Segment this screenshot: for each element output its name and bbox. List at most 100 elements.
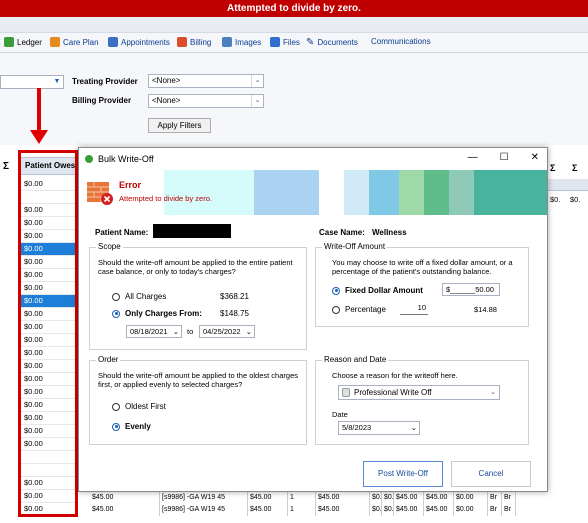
table-cell: $45.00 xyxy=(90,504,160,516)
evenly-radio[interactable] xyxy=(112,422,120,431)
table-row[interactable]: $45.00 [s9986] -GA W19 45 $45.00 1 $45.00 $0.… xyxy=(90,492,588,504)
tab-appointments[interactable]: Appointments xyxy=(108,37,170,47)
chevron-down-icon: ⌄ xyxy=(245,327,252,336)
table-cell: $45.00 xyxy=(248,504,288,516)
sum-icon-right-2[interactable]: Σ xyxy=(572,163,577,173)
bulk-write-off-dialog: Bulk Write-Off — ☐ ✕ Error Attempted to … xyxy=(78,147,548,492)
table-cell: $45.00 xyxy=(316,492,370,504)
billing-icon xyxy=(177,37,187,47)
billing-provider-label: Billing Provider xyxy=(72,96,132,105)
apply-filters-button[interactable]: Apply Filters xyxy=(148,118,211,133)
table-cell: $0. xyxy=(370,504,382,516)
cancel-button[interactable]: Cancel xyxy=(451,461,531,487)
only-charges-amount: $148.75 xyxy=(220,309,249,318)
annotation-arrow xyxy=(37,88,41,136)
all-charges-radio[interactable] xyxy=(112,292,120,301)
minimize-button[interactable]: — xyxy=(468,152,478,163)
table-cell: $45.00 xyxy=(424,492,454,504)
only-charges-option[interactable]: Only Charges From: xyxy=(112,309,202,318)
write-off-question: You may choose to write off a fixed doll… xyxy=(332,258,513,276)
chevron-down-icon: ⌄ xyxy=(251,95,263,107)
percentage-radio[interactable] xyxy=(332,305,340,314)
table-cell: $45.00 xyxy=(394,492,424,504)
annotation-highlight-box xyxy=(18,150,78,517)
error-banner: Attempted to divide by zero. xyxy=(0,0,588,17)
error-title: Error xyxy=(119,180,142,190)
from-date-picker[interactable]: 08/18/2021 ⌄ xyxy=(126,325,182,338)
annotation-arrow-head xyxy=(30,130,48,144)
close-button[interactable]: ✕ xyxy=(531,152,539,163)
right-grid: Σ Σ $0. $0. xyxy=(548,157,588,523)
billing-provider-select[interactable]: <None> ⌄ xyxy=(148,94,264,108)
chevron-down-icon: ▼ xyxy=(53,78,61,85)
order-panel: Order Should the write-off amount be app… xyxy=(89,355,307,445)
sum-icon[interactable]: Σ xyxy=(3,161,9,172)
tab-documents[interactable]: ✎ Documents xyxy=(306,37,358,48)
reason-prompt: Choose a reason for the writeoff here. xyxy=(332,371,458,380)
table-cell: $0. xyxy=(370,492,382,504)
percentage-amount: $14.88 xyxy=(474,305,497,314)
tab-ledger[interactable]: Ledger xyxy=(4,37,42,47)
reason-date-picker[interactable]: 5/8/2023 ⌄ xyxy=(338,421,420,435)
tab-images[interactable]: Images xyxy=(222,37,261,47)
table-cell: 1 xyxy=(288,492,316,504)
order-question: Should the write-off amount be applied t… xyxy=(98,371,298,389)
patient-name-label: Patient Name: xyxy=(95,228,149,237)
table-cell: $0. xyxy=(382,492,394,504)
tab-care-plan[interactable]: Care Plan xyxy=(50,37,99,47)
grid-cell: $0. xyxy=(550,195,561,204)
filter-panel: ▼ Treating Provider <None> ⌄ Billing Prov… xyxy=(0,53,588,145)
care-plan-icon xyxy=(50,37,60,47)
tab-communications[interactable]: Communications xyxy=(371,37,431,46)
files-icon xyxy=(270,37,280,47)
date-label: Date xyxy=(332,410,348,419)
tab-billing[interactable]: Billing xyxy=(177,37,211,47)
case-name-label: Case Name: xyxy=(319,228,365,237)
table-cell: $0. xyxy=(382,504,394,516)
table-cell: $45.00 xyxy=(424,504,454,516)
table-cell: [s9986] -GA W19 45 xyxy=(160,492,248,504)
oldest-first-radio[interactable] xyxy=(112,402,120,411)
document-icon xyxy=(342,388,350,397)
sum-icon-right-1[interactable]: Σ xyxy=(550,163,555,173)
error-message: Attempted to divide by zero. xyxy=(119,194,212,203)
documents-icon: ✎ xyxy=(306,37,315,48)
order-title: Order xyxy=(96,355,121,364)
scope-title: Scope xyxy=(96,242,123,251)
error-bricks-icon xyxy=(87,182,113,205)
table-cell: Br xyxy=(488,492,502,504)
percentage-option[interactable]: Percentage xyxy=(332,305,386,314)
dialog-titlebar: Bulk Write-Off — ☐ ✕ xyxy=(79,148,547,170)
patient-name-redacted xyxy=(153,224,231,238)
all-charges-option[interactable]: All Charges xyxy=(112,292,166,301)
reason-select[interactable]: Professional Write Off ⌄ xyxy=(338,385,500,400)
reason-date-panel: Reason and Date Choose a reason for the … xyxy=(315,355,529,445)
table-cell: $45.00 xyxy=(248,492,288,504)
percentage-input[interactable]: 10 xyxy=(400,302,428,315)
fixed-dollar-radio[interactable] xyxy=(332,286,340,295)
table-cell: Br xyxy=(502,504,516,516)
tab-files[interactable]: Files xyxy=(270,37,300,47)
case-select[interactable]: ▼ xyxy=(0,75,64,89)
oldest-first-option[interactable]: Oldest First xyxy=(112,402,166,411)
post-write-off-button[interactable]: Post Write-Off xyxy=(363,461,443,487)
chevron-down-icon: ⌄ xyxy=(251,75,263,87)
fixed-dollar-option[interactable]: Fixed Dollar Amount xyxy=(332,286,423,295)
table-row[interactable]: $45.00 [s9986] -GA W19 45 $45.00 1 $45.00 $0.… xyxy=(90,504,588,516)
grid-cell: $0. xyxy=(570,195,581,204)
scope-panel: Scope Should the write-off amount be app… xyxy=(89,242,307,350)
fixed-dollar-input[interactable]: $______50.00 xyxy=(442,283,500,296)
table-cell: [s9986] -GA W19 45 xyxy=(160,504,248,516)
to-date-picker[interactable]: 04/25/2022 ⌄ xyxy=(199,325,255,338)
only-charges-radio[interactable] xyxy=(112,309,120,318)
evenly-option[interactable]: Evenly xyxy=(112,422,151,431)
toolbar-strip xyxy=(0,17,588,33)
app-window: Attempted to divide by zero. Ledger Care… xyxy=(0,0,588,523)
maximize-button[interactable]: ☐ xyxy=(500,152,509,163)
table-cell: Br xyxy=(502,492,516,504)
treating-provider-select[interactable]: <None> ⌄ xyxy=(148,74,264,88)
ledger-icon xyxy=(4,37,14,47)
dialog-title: Bulk Write-Off xyxy=(98,154,154,164)
to-label: to xyxy=(187,327,194,336)
table-cell: $0.00 xyxy=(454,504,488,516)
